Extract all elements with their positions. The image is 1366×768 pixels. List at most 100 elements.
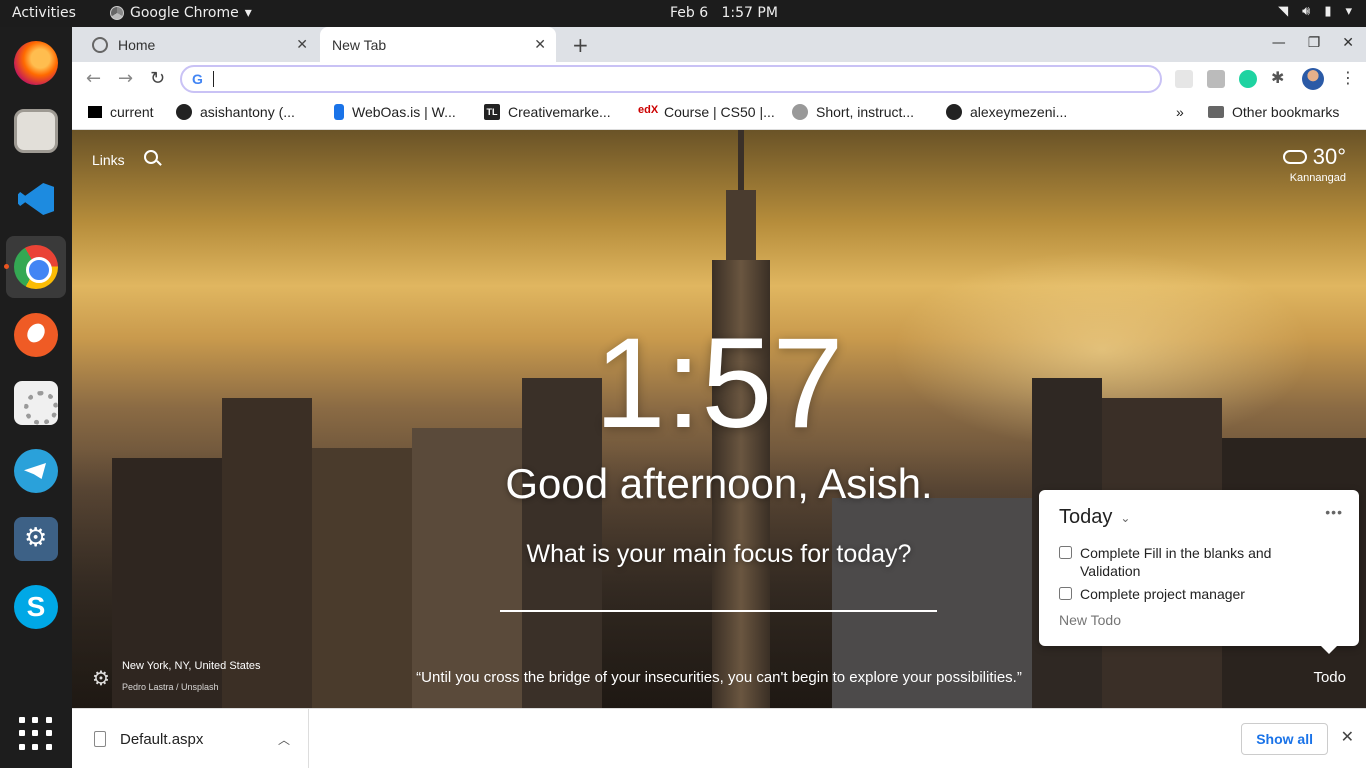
puzzle-icon[interactable]: ✱ <box>1271 68 1289 87</box>
cloud-icon <box>1282 150 1307 164</box>
folder-icon <box>1208 106 1224 118</box>
bookmark-item[interactable]: asishantony (... <box>176 104 295 120</box>
restore-icon[interactable]: ❐ <box>1308 35 1321 51</box>
chevron-down-icon: ⌄ <box>1120 510 1131 525</box>
text-caret <box>212 71 214 87</box>
extension-icon[interactable] <box>1175 70 1193 88</box>
mysql-workbench-icon <box>14 517 58 561</box>
forward-icon[interactable]: → <box>118 68 133 89</box>
search-icon[interactable] <box>144 150 158 164</box>
new-tab-button[interactable]: + <box>572 33 589 57</box>
dock-postman[interactable] <box>6 304 66 366</box>
download-shelf: Default.aspx ︿ Show all ✕ <box>72 708 1366 768</box>
reload-icon[interactable]: ↻ <box>150 68 165 89</box>
todo-item[interactable]: Complete Fill in the blanks and Validati… <box>1059 544 1329 580</box>
dock-settings[interactable] <box>6 372 66 434</box>
system-tray[interactable]: ◥ 🔊︎ ▮ ▾ <box>1278 4 1352 19</box>
show-apps-icon <box>19 717 53 751</box>
vscode-icon <box>14 177 58 221</box>
other-bookmarks[interactable]: Other bookmarks <box>1208 104 1339 120</box>
profile-avatar[interactable] <box>1302 68 1324 90</box>
weather-temp: 30° <box>1312 144 1346 169</box>
show-applications-button[interactable] <box>6 703 66 765</box>
focus-input[interactable] <box>500 582 937 612</box>
minimize-icon[interactable]: — <box>1272 35 1286 51</box>
todo-heading: Today <box>1059 506 1113 528</box>
todo-checkbox[interactable] <box>1059 546 1072 559</box>
dock-telegram[interactable] <box>6 440 66 502</box>
bookmark-label: alexeymezeni... <box>970 104 1068 120</box>
more-icon[interactable]: ••• <box>1325 504 1343 520</box>
bookmark-label: current <box>110 104 154 120</box>
dock-vscode[interactable] <box>6 168 66 230</box>
app-menu[interactable]: Google Chrome ▾ <box>110 5 252 21</box>
links-button[interactable]: Links <box>92 152 125 168</box>
extension-icon[interactable] <box>1239 70 1257 88</box>
address-bar[interactable]: G <box>180 65 1162 93</box>
volume-icon: 🔊︎ <box>1302 4 1311 19</box>
postman-icon <box>14 313 58 357</box>
dock-skype[interactable]: S <box>6 576 66 638</box>
todo-text: Complete Fill in the blanks and Validati… <box>1080 545 1272 579</box>
clock-date: Feb 6 <box>670 5 709 21</box>
daily-quote: “Until you cross the bridge of your inse… <box>416 669 1022 686</box>
files-icon <box>14 109 58 153</box>
dock-files[interactable] <box>6 100 66 162</box>
activities-button[interactable]: Activities <box>12 5 76 21</box>
bookmarks-bar: current asishantony (... WebOas.is | W..… <box>72 96 1366 130</box>
dock-mysql-workbench[interactable] <box>6 508 66 570</box>
momentum-page: Links 30° Kannangad 1:57 Good afternoon,… <box>72 130 1366 708</box>
dock-firefox[interactable] <box>6 32 66 94</box>
bookmark-item[interactable]: Short, instruct... <box>792 104 914 120</box>
wifi-icon: ◥ <box>1278 4 1289 19</box>
bookmark-label: asishantony (... <box>200 104 295 120</box>
bookmark-label: Creativemarke... <box>508 104 611 120</box>
weboas-icon <box>334 104 344 120</box>
todo-toggle-button[interactable]: Todo <box>1313 669 1346 686</box>
close-icon[interactable]: ✕ <box>1341 727 1354 747</box>
close-icon[interactable]: ✕ <box>296 36 308 53</box>
dock-chrome[interactable] <box>4 236 66 298</box>
bookmark-item[interactable]: edX Course | CS50 |... <box>638 104 775 120</box>
tab-new-tab[interactable]: New Tab ✕ <box>320 27 556 62</box>
dock: S <box>0 27 72 768</box>
edx-icon: edX <box>638 104 659 116</box>
github-icon <box>946 104 962 120</box>
chrome-mini-icon <box>110 6 124 20</box>
chrome-window: Home ✕ New Tab ✕ + — ❐ ✕ ← → ↻ G ✱ ⋮ cur <box>72 27 1366 768</box>
todo-list-selector[interactable]: Today ⌄ <box>1059 506 1130 529</box>
clock-time: 1:57 PM <box>721 5 778 21</box>
running-indicator <box>4 264 9 269</box>
show-all-button[interactable]: Show all <box>1241 723 1328 755</box>
chevron-up-icon[interactable]: ︿ <box>278 731 290 748</box>
chrome-menu-icon[interactable]: ⋮ <box>1340 68 1356 87</box>
bookmark-label: WebOas.is | W... <box>352 104 456 120</box>
download-filename: Default.aspx <box>120 730 204 748</box>
firefox-icon <box>14 41 58 85</box>
skype-icon: S <box>14 585 58 629</box>
gnome-top-bar: Activities Google Chrome ▾ Feb 6 1:57 PM… <box>0 0 1366 27</box>
back-icon[interactable]: ← <box>86 68 101 89</box>
close-icon[interactable]: ✕ <box>534 36 546 53</box>
caret-down-icon: ▾ <box>1345 4 1352 19</box>
tab-label: New Tab <box>332 36 387 53</box>
bookmark-label: Short, instruct... <box>816 104 915 120</box>
extension-icon[interactable] <box>1207 70 1225 88</box>
bookmark-item[interactable]: WebOas.is | W... <box>334 104 456 120</box>
bookmarks-overflow-button[interactable]: » <box>1176 104 1184 120</box>
tl-icon: TL <box>484 104 500 120</box>
tab-home[interactable]: Home ✕ <box>82 27 318 62</box>
todo-checkbox[interactable] <box>1059 587 1072 600</box>
battery-icon: ▮ <box>1324 4 1332 19</box>
new-todo-input[interactable] <box>1059 612 1319 628</box>
bookmark-item[interactable]: TL Creativemarke... <box>484 104 611 120</box>
download-item[interactable]: Default.aspx ︿ <box>72 709 309 768</box>
weather-widget[interactable]: 30° Kannangad <box>1282 144 1346 184</box>
tab-strip: Home ✕ New Tab ✕ + — ❐ ✕ <box>72 27 1366 62</box>
bookmark-item[interactable]: alexeymezeni... <box>946 104 1067 120</box>
close-window-icon[interactable]: ✕ <box>1342 35 1354 51</box>
clock[interactable]: Feb 6 1:57 PM <box>670 5 778 21</box>
clock-display: 1:57 <box>594 312 844 455</box>
todo-item[interactable]: Complete project manager <box>1059 585 1329 603</box>
bookmark-item[interactable]: current <box>88 104 154 120</box>
